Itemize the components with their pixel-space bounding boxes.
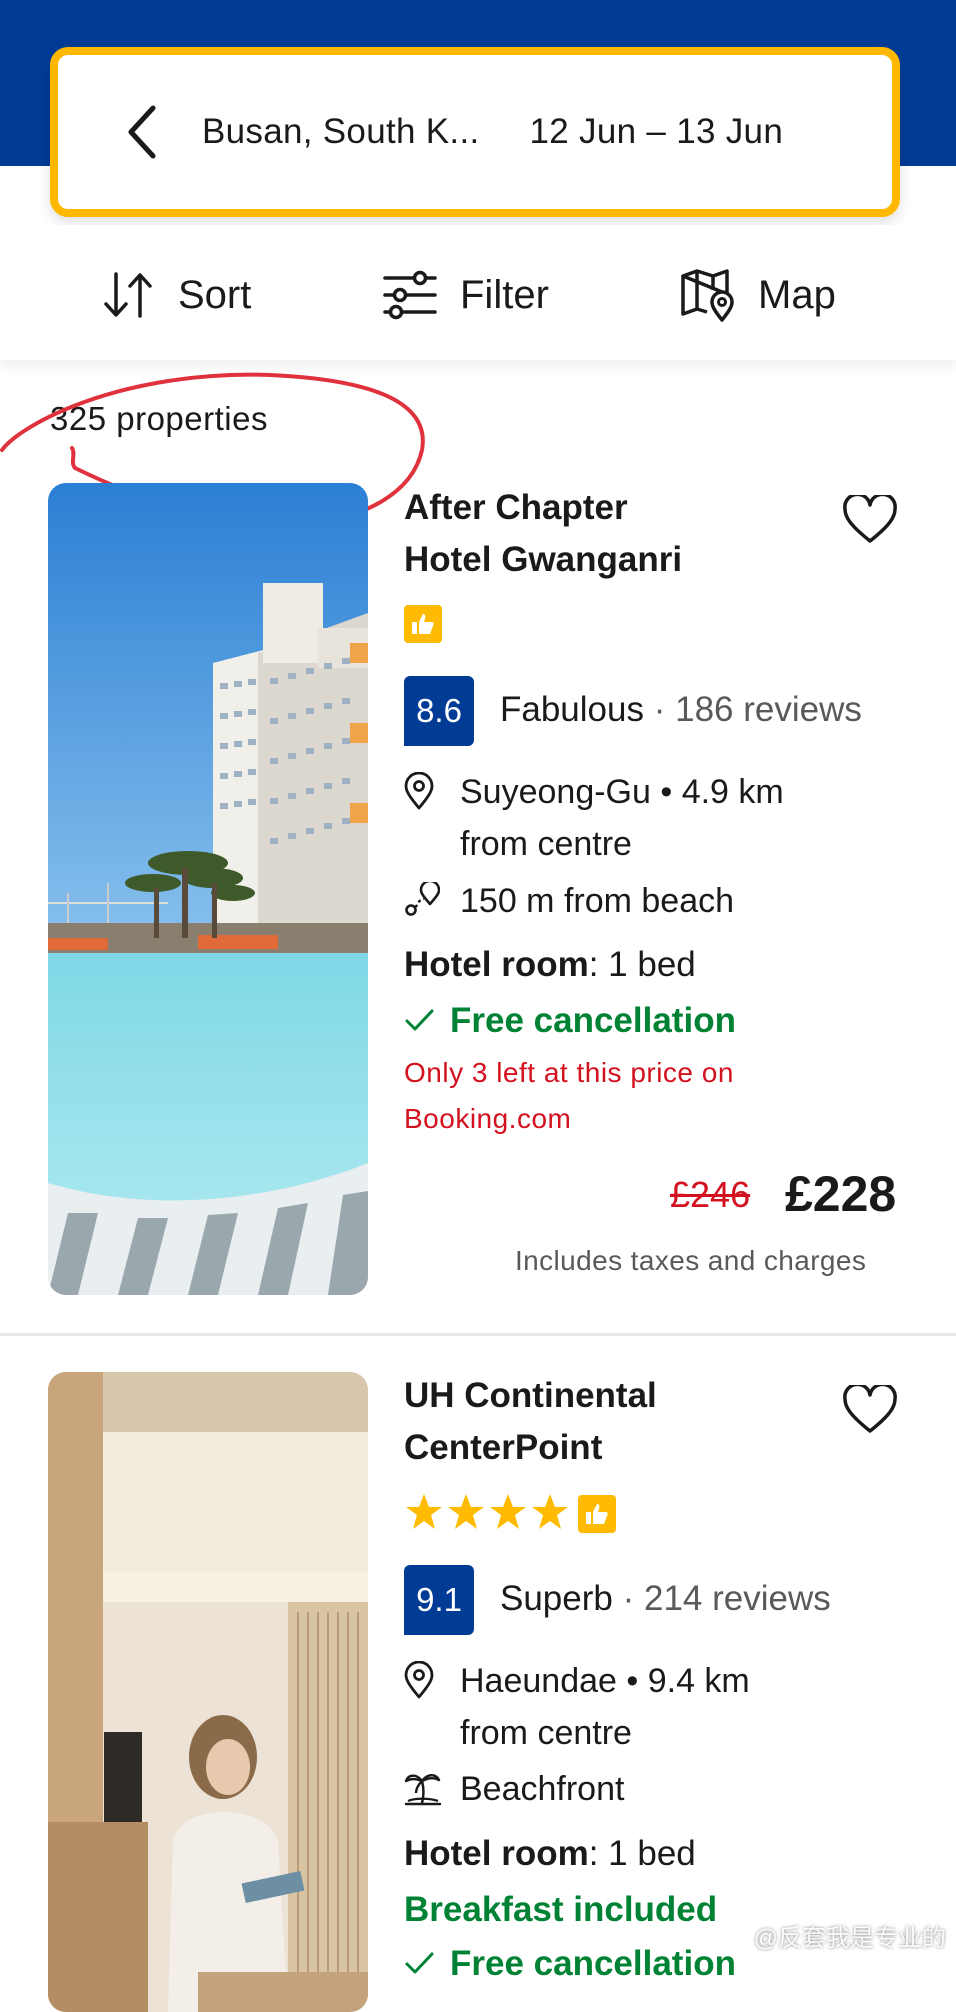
card-divider [0, 1333, 956, 1336]
hotel-name[interactable]: UH Continental CenterPoint [404, 1370, 874, 1474]
beach-distance: 150 m from beach [460, 882, 735, 920]
free-cancellation: Free cancellation [404, 1001, 736, 1041]
checkmark-icon [405, 1009, 434, 1031]
breakfast-label: Breakfast included [404, 1890, 718, 1929]
palm-tree-icon [404, 1763, 460, 1822]
search-summary-box[interactable]: Busan, South K... 12 Jun – 13 Jun [50, 47, 900, 217]
sort-icon [104, 272, 152, 318]
thumbs-up-icon [404, 605, 442, 643]
location-distance: Haeundae • 9.4 km [460, 1662, 750, 1700]
location-from-centre: from centre [460, 825, 632, 863]
thumbs-up-icon [578, 1495, 616, 1533]
beach-row: Beachfront [404, 1763, 624, 1822]
star-icon [448, 1494, 484, 1529]
star-icon [490, 1494, 526, 1529]
location-pin-icon [404, 1655, 460, 1759]
room-type: Hotel room [404, 1834, 589, 1873]
scarcity-line2: Booking.com [404, 1103, 572, 1134]
taxes-note: Includes taxes and charges [515, 1245, 867, 1276]
beachfront-label: Beachfront [460, 1770, 625, 1808]
map-button[interactable]: Map [680, 265, 836, 325]
location-pin-icon [404, 766, 460, 870]
location-row: Suyeong-Gu • 4.9 km from centre [404, 766, 784, 870]
free-cancellation: Free cancellation [404, 1944, 736, 1984]
beach-row: 150 m from beach [404, 875, 734, 933]
filter-button[interactable]: Filter [382, 265, 549, 325]
star-icon [532, 1494, 568, 1529]
scarcity-line1: Only 3 left at this price on [404, 1057, 734, 1088]
location-distance: Suyeong-Gu • 4.9 km [460, 773, 784, 811]
sort-button[interactable]: Sort [100, 265, 251, 325]
review-count: · 186 reviews [653, 690, 862, 729]
route-pin-icon [404, 875, 460, 933]
search-destination[interactable]: Busan, South K... [202, 112, 480, 152]
review-count: · 214 reviews [622, 1579, 831, 1618]
results-toolbar: Sort Filter Map [0, 225, 956, 360]
hotel-photo[interactable] [48, 1372, 368, 2012]
room-info: Hotel room: 1 bed [404, 1834, 696, 1874]
location-row: Haeundae • 9.4 km from centre [404, 1655, 750, 1759]
free-cancellation-label: Free cancellation [450, 1001, 736, 1040]
star-icon [406, 1494, 442, 1529]
rating-summary[interactable]: Fabulous · 186 reviews [500, 690, 862, 730]
hotel-name-line2: Hotel Gwanganri [404, 540, 683, 579]
review-score: 8.6 [404, 676, 474, 746]
hotel-name-line1: UH Continental [404, 1376, 657, 1415]
breakfast-included: Breakfast included [404, 1890, 717, 1930]
map-icon [681, 269, 734, 322]
review-score: 9.1 [404, 1565, 474, 1635]
scarcity-message: Only 3 left at this price on Booking.com [404, 1050, 824, 1142]
watermark: @反套我是专业的 [753, 1925, 946, 1952]
original-price: £246 [670, 1174, 751, 1215]
location-from-centre: from centre [460, 1714, 632, 1752]
free-cancellation-label: Free cancellation [450, 1944, 736, 1983]
map-label: Map [758, 272, 836, 317]
heart-icon[interactable] [842, 492, 898, 550]
hotel-photo[interactable] [48, 483, 368, 1295]
room-beds: : 1 bed [588, 945, 696, 984]
hotel-name[interactable]: After Chapter Hotel Gwanganri [404, 482, 874, 586]
room-type: Hotel room [404, 945, 589, 984]
current-price: £228 [785, 1166, 897, 1222]
filter-label: Filter [460, 272, 549, 317]
rating-word: Superb [500, 1579, 613, 1618]
search-dates[interactable]: 12 Jun – 13 Jun [530, 112, 784, 152]
filter-icon [383, 270, 437, 320]
star-rating [404, 1492, 572, 1532]
hotel-name-line2: CenterPoint [404, 1428, 603, 1467]
rating-summary[interactable]: Superb · 214 reviews [500, 1579, 831, 1619]
sort-label: Sort [178, 272, 252, 317]
heart-icon[interactable] [842, 1382, 898, 1440]
hotel-name-line1: After Chapter [404, 488, 628, 527]
rating-word: Fabulous [500, 690, 644, 729]
checkmark-icon [405, 1952, 434, 1974]
room-beds: : 1 bed [588, 1834, 696, 1873]
room-info: Hotel room: 1 bed [404, 945, 696, 985]
back-arrow-icon[interactable] [108, 97, 178, 167]
